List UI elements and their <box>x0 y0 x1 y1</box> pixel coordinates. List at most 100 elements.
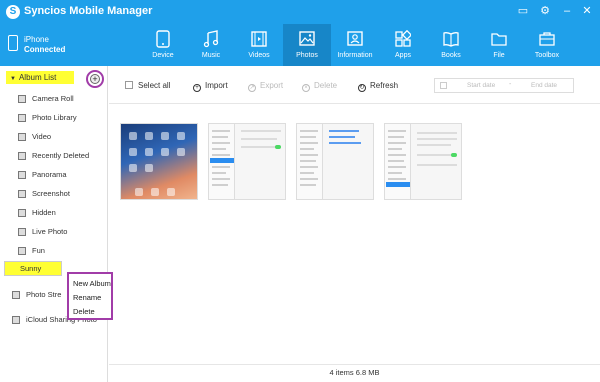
sidebar-item-live-photo[interactable]: Live Photo <box>18 225 106 239</box>
tab-label: Videos <box>248 52 270 59</box>
sidebar-item-label: Photo Stre <box>26 290 62 299</box>
title-bar: S Syncios Mobile Manager ▭ ⚙ – ✕ <box>0 0 600 24</box>
date-range-picker[interactable]: Start date - End date <box>434 78 574 93</box>
sidebar-item-panorama[interactable]: Panorama <box>18 168 106 182</box>
import-icon: + <box>193 84 201 92</box>
trash-album-icon <box>18 152 26 160</box>
device-icon <box>156 30 170 48</box>
date-separator: - <box>509 81 512 88</box>
photo-library-icon <box>18 114 26 122</box>
menu-item-rename[interactable]: Rename <box>73 293 101 302</box>
main-nav: iPhone Connected Device Music Videos Pho… <box>0 24 600 66</box>
icloud-sharing-icon <box>12 316 20 324</box>
tab-music[interactable]: Music <box>187 24 235 66</box>
device-name: iPhone <box>24 35 49 44</box>
export-icon: ↗ <box>248 84 256 92</box>
tab-label: File <box>493 52 505 59</box>
sidebar-item-label: Panorama <box>32 170 67 179</box>
tab-label: Device <box>152 52 174 59</box>
settings-screenshot-thumbnail <box>300 130 361 186</box>
book-icon <box>443 32 459 47</box>
album-context-menu: New Album Rename Delete <box>67 272 113 320</box>
music-note-icon <box>203 30 219 48</box>
folder-icon <box>491 33 507 46</box>
sidebar-item-camera-roll[interactable]: Camera Roll <box>18 92 106 106</box>
sidebar-item-label: Fun <box>32 246 45 255</box>
end-date-input[interactable]: End date <box>531 82 557 89</box>
device-status[interactable]: iPhone Connected <box>6 32 86 60</box>
ipad-homescreen-thumbnail <box>129 132 185 196</box>
settings-gear-icon[interactable]: ⚙ <box>538 4 552 18</box>
menu-item-delete[interactable]: Delete <box>73 307 95 316</box>
photo-toolbar: Select all + Import ↗ Export × Delete ↻ Refr… <box>109 66 600 104</box>
start-date-input[interactable]: Start date <box>467 82 495 89</box>
checkbox-icon <box>125 81 133 89</box>
tab-label: Music <box>201 52 221 59</box>
refresh-button[interactable]: ↻ Refresh <box>358 80 398 92</box>
sidebar-item-label: Camera Roll <box>32 94 74 103</box>
sidebar-item-photo-library[interactable]: Photo Library <box>18 111 106 125</box>
minimize-icon[interactable]: – <box>560 4 574 18</box>
plus-icon: + <box>90 74 100 84</box>
album-sidebar: ▼ Album List + Camera Roll Photo Library … <box>0 66 108 382</box>
sidebar-item-label: Sunny <box>20 264 42 273</box>
apps-grid-icon <box>395 30 411 47</box>
calendar-icon <box>440 82 447 89</box>
album-list-header[interactable]: ▼ Album List <box>6 71 74 84</box>
refresh-icon: ↻ <box>358 84 366 92</box>
sidebar-item-label: Screenshot <box>32 189 70 198</box>
sidebar-item-recently-deleted[interactable]: Recently Deleted <box>18 149 106 163</box>
delete-label: Delete <box>314 81 338 90</box>
sidebar-item-screenshot[interactable]: Screenshot <box>18 187 106 201</box>
screenshot-icon <box>18 190 26 198</box>
app-logo-icon: S <box>6 5 20 19</box>
sidebar-item-label: Recently Deleted <box>32 151 90 160</box>
photos-pane: Select all + Import ↗ Export × Delete ↻ Refr… <box>109 66 600 382</box>
tab-toolbox[interactable]: Toolbox <box>523 24 571 66</box>
photo-icon <box>299 31 315 46</box>
tab-photos[interactable]: Photos <box>283 24 331 66</box>
tab-label: Apps <box>395 52 411 59</box>
device-connection-status: Connected <box>24 45 66 54</box>
photo-thumbnail[interactable] <box>208 123 286 200</box>
sidebar-item-label: Hidden <box>32 208 56 217</box>
camera-icon <box>18 95 26 103</box>
photo-thumbnail[interactable] <box>120 123 198 200</box>
panorama-icon <box>18 171 26 179</box>
toolbox-icon <box>539 32 555 46</box>
sidebar-item-sunny[interactable]: Sunny <box>4 261 62 276</box>
photo-thumbnail[interactable] <box>296 123 374 200</box>
import-label: Import <box>205 81 228 90</box>
video-icon <box>18 133 26 141</box>
delete-button[interactable]: × Delete <box>302 80 337 92</box>
window-icon[interactable]: ▭ <box>516 4 530 18</box>
status-bar: 4 items 6.8 MB <box>109 364 600 382</box>
sidebar-item-video[interactable]: Video <box>18 130 106 144</box>
caret-down-icon: ▼ <box>10 76 16 82</box>
add-album-button[interactable]: + <box>86 70 104 88</box>
tab-apps[interactable]: Apps <box>379 24 427 66</box>
sidebar-item-label: Live Photo <box>32 227 68 236</box>
album-list-label: Album List <box>18 73 57 82</box>
photo-thumbnail[interactable] <box>384 123 462 200</box>
settings-screenshot-thumbnail <box>386 130 457 187</box>
phone-icon <box>8 35 18 51</box>
tab-videos[interactable]: Videos <box>235 24 283 66</box>
sidebar-item-fun[interactable]: Fun <box>18 244 106 258</box>
album-icon <box>18 247 26 255</box>
export-label: Export <box>260 81 284 90</box>
tab-label: Books <box>441 52 461 59</box>
delete-icon: × <box>302 84 310 92</box>
sidebar-item-hidden[interactable]: Hidden <box>18 206 106 220</box>
tab-information[interactable]: Information <box>331 24 379 66</box>
tab-books[interactable]: Books <box>427 24 475 66</box>
close-icon[interactable]: ✕ <box>580 4 594 18</box>
tab-device[interactable]: Device <box>139 24 187 66</box>
import-button[interactable]: + Import <box>193 80 228 92</box>
select-all-checkbox[interactable]: Select all <box>125 80 170 92</box>
film-icon <box>251 31 267 47</box>
menu-item-new-album[interactable]: New Album <box>73 279 111 288</box>
export-button[interactable]: ↗ Export <box>248 80 283 92</box>
tab-file[interactable]: File <box>475 24 523 66</box>
photo-stream-icon <box>12 291 20 299</box>
